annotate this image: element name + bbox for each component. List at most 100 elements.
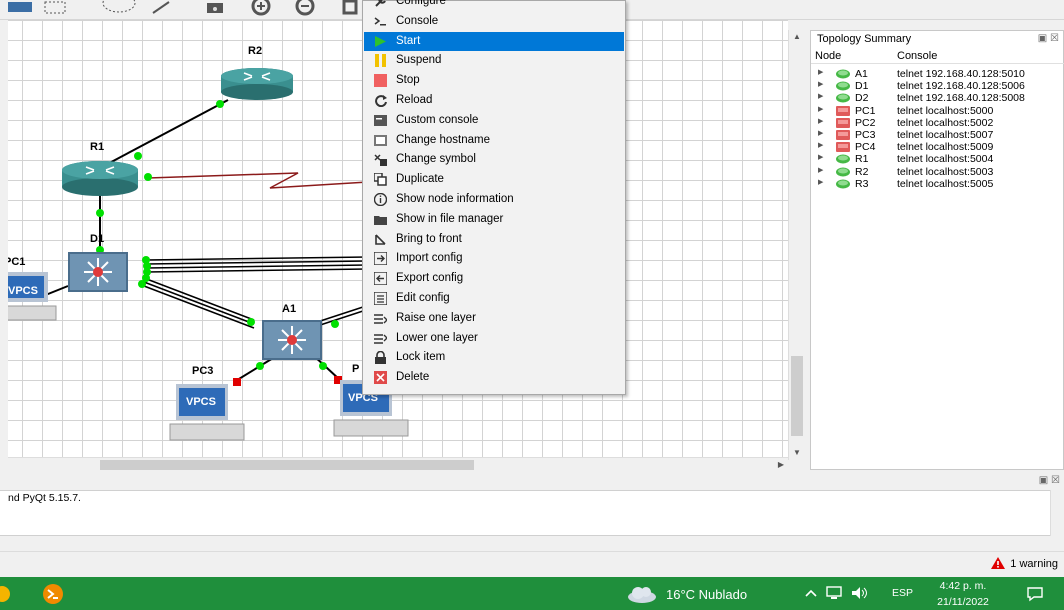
- topology-row[interactable]: ▶ PC4 telnet localhost:5009: [811, 141, 1064, 154]
- zoom-in-icon[interactable]: [250, 0, 276, 16]
- panel-float-close-icons[interactable]: ▣ ☒: [1038, 33, 1059, 44]
- expand-arrow-icon[interactable]: ▶: [818, 92, 823, 100]
- line-tool-icon[interactable]: [150, 0, 172, 16]
- wrench-icon: [375, 0, 386, 7]
- menu-item-delete[interactable]: Delete: [364, 368, 624, 387]
- vertical-scroll-thumb[interactable]: [791, 356, 803, 436]
- expand-arrow-icon[interactable]: ▶: [818, 117, 823, 125]
- notification-icon[interactable]: [1026, 586, 1044, 602]
- console-scrollbar[interactable]: [1050, 490, 1064, 536]
- clock-time[interactable]: 4:42 p. m.: [933, 580, 993, 592]
- menu-item-bring-to-front[interactable]: Bring to front: [364, 230, 624, 249]
- expand-arrow-icon[interactable]: ▶: [818, 68, 823, 76]
- menu-item-raise-one-layer[interactable]: Raise one layer: [364, 309, 624, 328]
- topology-row[interactable]: ▶ R2 telnet localhost:5003: [811, 166, 1064, 179]
- links-d1-a1[interactable]: [143, 277, 255, 329]
- terminal-app-icon[interactable]: [42, 583, 64, 605]
- reload-icon: [375, 95, 387, 107]
- topology-row[interactable]: ▶ D1 telnet 192.168.40.128:5006: [811, 80, 1064, 93]
- node-name: PC3: [855, 129, 876, 141]
- canvas-vertical-scrollbar[interactable]: ▲ ▼: [788, 30, 804, 460]
- topology-row[interactable]: ▶ D2 telnet 192.168.40.128:5008: [811, 92, 1064, 105]
- topology-row[interactable]: ▶ A1 telnet 192.168.40.128:5010: [811, 68, 1064, 81]
- console-output[interactable]: [0, 490, 1050, 536]
- menu-item-reload[interactable]: Reload: [364, 91, 624, 110]
- menu-item-configure[interactable]: Configure: [364, 0, 624, 11]
- rectangle-tool-icon[interactable]: [42, 0, 68, 16]
- topology-row[interactable]: ▶ R3 telnet localhost:5005: [811, 178, 1064, 191]
- menu-item-show-in-file-manager[interactable]: Show in file manager: [364, 210, 624, 229]
- expand-arrow-icon[interactable]: ▶: [818, 166, 823, 174]
- expand-arrow-icon[interactable]: ▶: [818, 178, 823, 186]
- menu-item-label: Show in file manager: [396, 212, 504, 225]
- canvas-horizontal-scrollbar[interactable]: ▶: [8, 457, 788, 471]
- horizontal-scroll-thumb[interactable]: [100, 460, 474, 470]
- node-started-icon: [836, 69, 850, 79]
- label-a1: A1: [282, 303, 297, 315]
- router-r1[interactable]: [62, 161, 138, 196]
- menu-item-custom-console[interactable]: Custom console: [364, 111, 624, 130]
- column-console[interactable]: Console: [897, 50, 937, 62]
- node-console: telnet localhost:5005: [897, 177, 994, 190]
- menu-item-edit-config[interactable]: Edit config: [364, 289, 624, 308]
- warning-indicator[interactable]: 1 warning: [991, 557, 1058, 570]
- node-name: PC4: [855, 141, 876, 154]
- node-console: telnet localhost:5003: [897, 165, 994, 178]
- switch-a1[interactable]: [262, 320, 322, 360]
- menu-item-lock-item[interactable]: Lock item: [364, 348, 624, 367]
- zoom-out-icon[interactable]: [294, 0, 320, 16]
- expand-arrow-icon[interactable]: ▶: [818, 129, 823, 137]
- menu-item-show-node-information[interactable]: Show node information: [364, 190, 624, 209]
- console-float-close-icons[interactable]: ▣ ☒: [1039, 475, 1060, 486]
- label-pc1: PC1: [8, 256, 26, 268]
- topology-row[interactable]: ▶ R1 telnet localhost:5004: [811, 153, 1064, 166]
- select-tool-icon[interactable]: [6, 0, 40, 16]
- menu-item-change-hostname[interactable]: Change hostname: [364, 131, 624, 150]
- chevron-up-icon[interactable]: [805, 588, 817, 598]
- screenshot-icon[interactable]: [204, 0, 226, 16]
- menu-item-duplicate[interactable]: Duplicate: [364, 170, 624, 189]
- app-icon-partial[interactable]: [0, 585, 14, 603]
- ellipse-tool-icon[interactable]: [100, 0, 138, 16]
- menu-item-suspend[interactable]: Suspend: [364, 51, 624, 70]
- column-node[interactable]: Node: [815, 50, 841, 62]
- menu-item-export-config[interactable]: Export config: [364, 269, 624, 288]
- menu-item-console[interactable]: Console: [364, 12, 624, 31]
- menu-item-start[interactable]: Start: [364, 31, 624, 51]
- menu-item-lower-one-layer[interactable]: Lower one layer: [364, 329, 624, 348]
- clock-date[interactable]: 21/11/2022: [930, 596, 996, 608]
- scroll-up-arrow-icon[interactable]: ▲: [789, 30, 805, 44]
- link-r1-r2[interactable]: [99, 99, 229, 169]
- cloud-weather-icon[interactable]: [626, 585, 660, 603]
- node-console: telnet 192.168.40.128:5010: [897, 68, 1025, 80]
- scroll-down-arrow-icon[interactable]: ▼: [789, 446, 805, 460]
- router-r2[interactable]: [221, 68, 293, 100]
- menu-item-import-config[interactable]: Import config: [364, 249, 624, 268]
- expand-arrow-icon[interactable]: ▶: [818, 105, 823, 113]
- scroll-right-arrow-icon[interactable]: ▶: [774, 458, 788, 472]
- links-d1-right[interactable]: [145, 256, 369, 273]
- menu-item-stop[interactable]: Stop: [364, 71, 624, 90]
- topology-row[interactable]: ▶ PC2 telnet localhost:5002: [811, 117, 1064, 130]
- menu-item-label: Console: [396, 14, 439, 27]
- link-r1-serial[interactable]: [147, 172, 369, 189]
- expand-arrow-icon[interactable]: ▶: [818, 141, 823, 149]
- expand-arrow-icon[interactable]: ▶: [818, 80, 823, 88]
- pc-stopped-icon: [836, 130, 850, 140]
- switch-d1[interactable]: [68, 252, 128, 292]
- menu-item-label: Reload: [396, 94, 433, 106]
- language-indicator[interactable]: ESP: [892, 587, 913, 599]
- vpcs-pc3[interactable]: [169, 384, 245, 441]
- speaker-icon[interactable]: [851, 586, 869, 600]
- menu-item-label: Start: [396, 34, 421, 47]
- weather-text[interactable]: 16°C Nublado: [666, 587, 747, 602]
- expand-arrow-icon[interactable]: ▶: [818, 153, 823, 161]
- raise-layer-icon: [374, 314, 387, 324]
- network-icon[interactable]: [826, 586, 844, 600]
- topology-row[interactable]: ▶ PC3 telnet localhost:5007: [811, 129, 1064, 142]
- topology-row[interactable]: ▶ PC1 telnet localhost:5000: [811, 105, 1064, 118]
- warning-text: 1 warning: [1010, 558, 1058, 570]
- reset-zoom-icon[interactable]: [340, 0, 360, 16]
- topology-summary-title: Topology Summary: [817, 33, 912, 45]
- menu-item-change-symbol[interactable]: Change symbol: [364, 150, 624, 169]
